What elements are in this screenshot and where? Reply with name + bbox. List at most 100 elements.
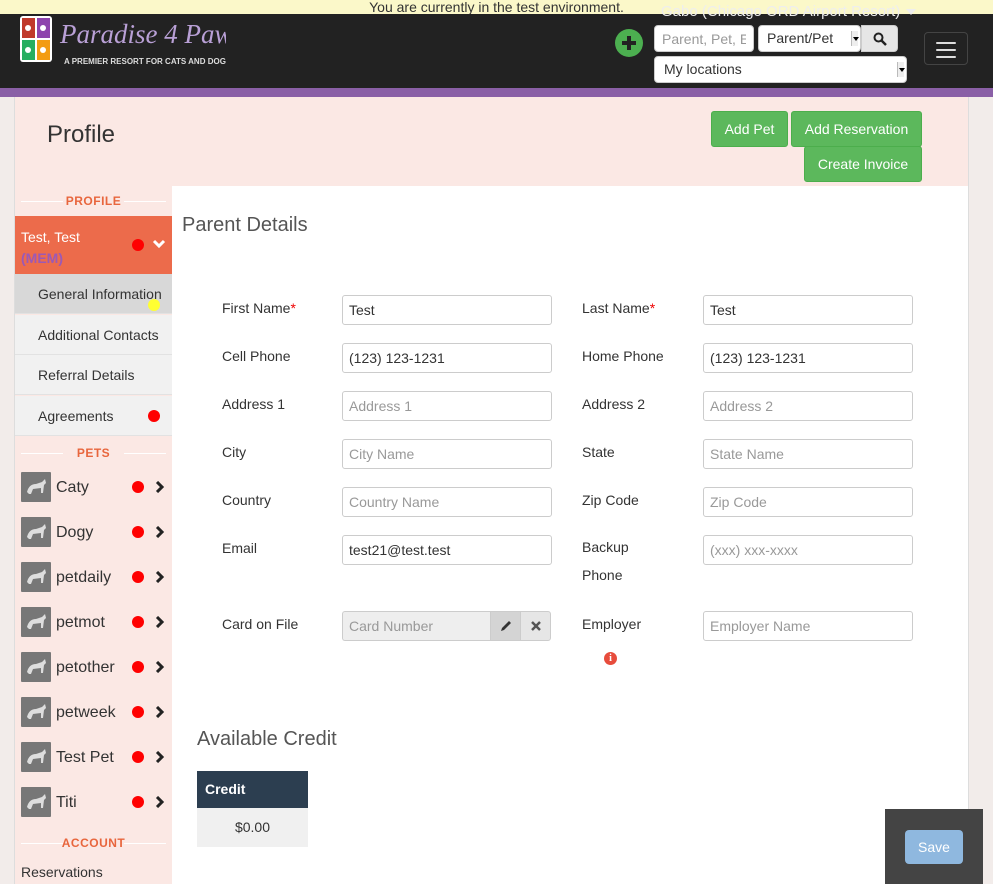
add-reservation-button[interactable]: Add Reservation: [791, 111, 922, 147]
page-title: Profile: [47, 121, 116, 148]
caret-down-icon: [906, 9, 917, 16]
sidebar-pet-item[interactable]: Titi: [15, 780, 172, 825]
pet-name: Titi: [56, 794, 77, 811]
sidebar-pet-item[interactable]: petweek: [15, 690, 172, 735]
hamburger-icon: [936, 42, 956, 44]
my-locations-value: My locations: [664, 61, 742, 77]
pet-avatar: [21, 697, 51, 727]
status-dot: [132, 706, 144, 718]
pet-name: petdaily: [56, 569, 112, 586]
menu-toggle-button[interactable]: [924, 32, 968, 65]
sidebar-pet-item[interactable]: petdaily: [15, 555, 172, 600]
sidebar-pet-item[interactable]: Dogy: [15, 510, 172, 555]
label-text: Phone: [582, 567, 623, 583]
plus-icon: [622, 36, 636, 50]
pet-avatar: [21, 472, 51, 502]
chevron-down-icon: [152, 239, 166, 249]
status-dot: [132, 571, 144, 583]
sidebar-item-additional-contacts[interactable]: Additional Contacts: [15, 315, 172, 355]
zip-label: Zip Code: [582, 492, 639, 508]
employer-label: Employer: [582, 616, 642, 632]
status-dot: [148, 299, 160, 311]
home-phone-field[interactable]: (123) 123-1231: [703, 343, 913, 373]
quick-add-button[interactable]: [615, 29, 643, 57]
country-field[interactable]: Country Name: [342, 487, 552, 517]
card-number-field[interactable]: Card Number: [342, 611, 490, 641]
parent-details-panel: Parent Details First Name* Test Last Nam…: [172, 186, 968, 884]
city-field[interactable]: City Name: [342, 439, 552, 469]
sidebar-item-referral-details[interactable]: Referral Details: [15, 355, 172, 395]
pet-avatar: [21, 787, 51, 817]
pet-silhouette-icon: [27, 659, 46, 674]
address2-field[interactable]: Address 2: [703, 391, 913, 421]
pet-silhouette-icon: [27, 479, 46, 494]
chevron-right-icon: [155, 616, 165, 628]
sidebar-item-agreements[interactable]: Agreements: [15, 396, 172, 436]
location-title: Gabo (Chicago ORD Airport Resort): [661, 3, 901, 20]
svg-text:Paradise 4 Paws: Paradise 4 Paws: [59, 19, 226, 49]
location-dropdown[interactable]: Gabo (Chicago ORD Airport Resort): [661, 2, 917, 22]
sidebar-item-label: Additional Contacts: [38, 327, 159, 343]
address1-label: Address 1: [222, 396, 286, 412]
profile-sidebar: PROFILE Test, Test (MEM) General Informa…: [15, 186, 172, 884]
state-label: State: [582, 444, 615, 460]
sidebar-item-label: Agreements: [38, 408, 114, 424]
sidebar-pet-item[interactable]: Caty: [15, 465, 172, 510]
search-button[interactable]: [861, 25, 898, 52]
status-dot: [132, 481, 144, 493]
my-locations-select[interactable]: My locations: [654, 56, 907, 83]
status-dot: [132, 526, 144, 538]
pet-name: petmot: [56, 614, 105, 631]
sidebar-heading-account: ACCOUNT: [15, 836, 172, 850]
label-text: First Name: [222, 300, 291, 316]
sidebar-item-general-information[interactable]: General Information: [15, 274, 172, 314]
backup-phone-field[interactable]: (xxx) xxx-xxxx: [703, 535, 913, 565]
first-name-field[interactable]: Test: [342, 295, 552, 325]
chevron-right-icon: [155, 571, 165, 583]
select-arrow-icon: [851, 31, 859, 46]
address1-field[interactable]: Address 1: [342, 391, 552, 421]
pet-avatar: [21, 562, 51, 592]
state-field[interactable]: State Name: [703, 439, 913, 469]
search-input[interactable]: [654, 25, 754, 52]
employer-field[interactable]: Employer Name: [703, 611, 913, 641]
chevron-right-icon: [155, 751, 165, 763]
remove-card-button[interactable]: [520, 611, 551, 641]
status-dot: [148, 410, 160, 422]
pet-silhouette-icon: [27, 614, 46, 629]
pet-avatar: [21, 607, 51, 637]
save-button[interactable]: Save: [905, 830, 963, 864]
pet-name: petweek: [56, 704, 116, 721]
status-dot: [132, 796, 144, 808]
pet-name: Dogy: [56, 524, 94, 541]
search-type-select[interactable]: Parent/Pet: [758, 25, 861, 52]
chevron-right-icon: [155, 661, 165, 673]
add-pet-button[interactable]: Add Pet: [711, 111, 788, 147]
country-label: Country: [222, 492, 272, 508]
email-field[interactable]: test21@test.test: [342, 535, 552, 565]
pet-avatar: [21, 652, 51, 682]
last-name-field[interactable]: Test: [703, 295, 913, 325]
address2-label: Address 2: [582, 396, 646, 412]
content-area: Profile Add Pet Add Reservation Create I…: [14, 97, 969, 884]
sidebar-item-reservations[interactable]: Reservations: [21, 864, 103, 880]
edit-card-button[interactable]: [490, 611, 521, 641]
sidebar-pet-item[interactable]: Test Pet: [15, 735, 172, 780]
sidebar-pet-item[interactable]: petmot: [15, 600, 172, 645]
create-invoice-button[interactable]: Create Invoice: [804, 146, 922, 182]
membership-tag: (MEM): [21, 250, 63, 266]
pet-silhouette-icon: [27, 524, 46, 539]
hamburger-line: [936, 56, 956, 58]
chevron-right-icon: [155, 796, 165, 808]
info-icon[interactable]: i: [604, 652, 617, 665]
sidebar-pet-item[interactable]: petother: [15, 645, 172, 690]
status-dot: [132, 616, 144, 628]
section-title-available-credit: Available Credit: [197, 728, 337, 750]
profile-header: Profile Add Pet Add Reservation Create I…: [15, 97, 968, 186]
city-label: City: [222, 444, 247, 460]
zip-field[interactable]: Zip Code: [703, 487, 913, 517]
sidebar-parent-item[interactable]: Test, Test (MEM): [15, 216, 172, 274]
credit-column-header: Credit: [197, 771, 308, 808]
paradise-4-paws-logo[interactable]: Paradise 4 Paws A PREMIER RESORT FOR CAT…: [18, 12, 226, 70]
cell-phone-field[interactable]: (123) 123-1231: [342, 343, 552, 373]
